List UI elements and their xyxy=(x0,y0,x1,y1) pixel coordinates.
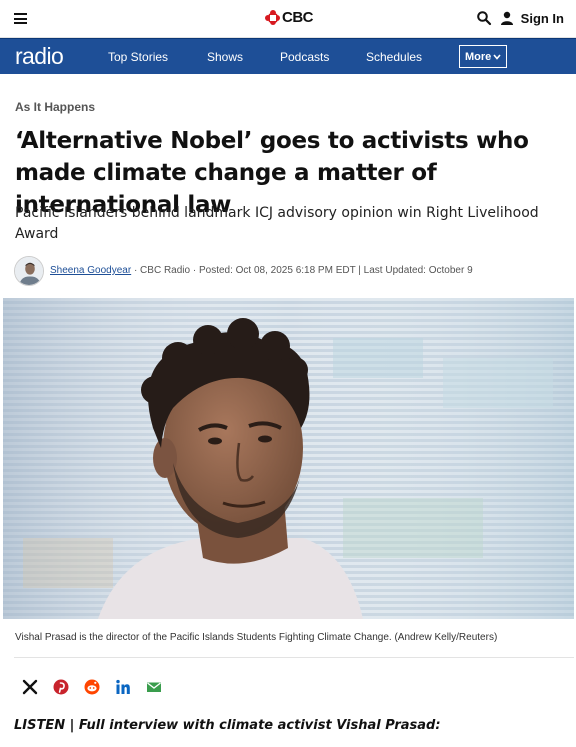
byline-text: Sheena Goodyear · CBC Radio · Posted: Oc… xyxy=(50,265,473,276)
author-avatar[interactable] xyxy=(14,256,44,286)
nav-top-stories[interactable]: Top Stories xyxy=(108,50,168,64)
cbc-logo-text: CBC xyxy=(282,9,314,26)
share-bar xyxy=(22,679,177,695)
nav-schedules[interactable]: Schedules xyxy=(366,50,422,64)
linkedin-icon[interactable] xyxy=(115,679,131,695)
email-icon[interactable] xyxy=(146,679,162,695)
listen-heading: LISTEN | Full interview with climate act… xyxy=(14,718,441,733)
show-kicker[interactable]: As It Happens xyxy=(15,100,95,114)
search-icon[interactable] xyxy=(476,10,492,26)
user-icon[interactable] xyxy=(500,11,514,25)
pinterest-icon[interactable] xyxy=(53,679,69,695)
nav-podcasts[interactable]: Podcasts xyxy=(280,50,329,64)
radio-brand-logo[interactable]: radio xyxy=(15,43,64,70)
author-link[interactable]: Sheena Goodyear xyxy=(50,265,131,276)
radio-nav: radio Top Stories Shows Podcasts Schedul… xyxy=(0,38,576,74)
nav-shows[interactable]: Shows xyxy=(207,50,243,64)
hamburger-menu-icon[interactable] xyxy=(14,13,27,24)
byline-meta: · CBC Radio · Posted: Oct 08, 2025 6:18 … xyxy=(131,265,473,276)
hero-photo xyxy=(3,298,574,619)
sign-in-link[interactable]: Sign In xyxy=(521,11,564,26)
photo-caption: Vishal Prasad is the director of the Pac… xyxy=(15,632,498,643)
reddit-icon[interactable] xyxy=(84,679,100,695)
top-bar: CBC Sign In xyxy=(0,0,576,38)
x-icon[interactable] xyxy=(22,679,38,695)
cbc-logo[interactable]: CBC xyxy=(265,9,314,26)
more-menu-button[interactable]: More xyxy=(459,45,507,68)
article-deck: Pacific Islanders behind landmark ICJ ad… xyxy=(15,205,539,242)
divider xyxy=(14,657,574,658)
chevron-down-icon xyxy=(493,54,501,60)
cbc-gem-icon xyxy=(265,10,280,25)
byline: Sheena Goodyear · CBC Radio · Posted: Oc… xyxy=(14,256,564,286)
more-label: More xyxy=(465,51,492,63)
